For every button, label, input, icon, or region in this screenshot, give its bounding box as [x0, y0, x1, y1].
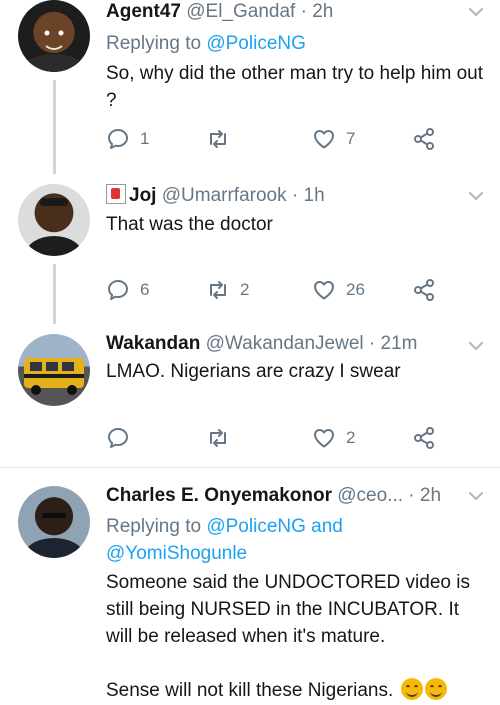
like-count: 7: [346, 129, 356, 148]
timestamp[interactable]: · 1h: [292, 185, 325, 206]
replying-to-label: Replying to: [106, 33, 202, 54]
tweet-actions: 2: [106, 425, 446, 451]
reply-icon: [106, 426, 130, 450]
reply-button[interactable]: [106, 425, 140, 451]
tweet-text: That was the doctor: [106, 214, 273, 235]
share-button[interactable]: [412, 126, 436, 152]
reply-button[interactable]: 1: [106, 126, 149, 152]
flag-badge-icon: [106, 184, 126, 204]
display-name[interactable]: Charles E. Onyemakonor: [106, 485, 332, 506]
tweet-text-paragraph: Sense will not kill these Nigerians.: [106, 677, 486, 704]
timestamp[interactable]: · 2h: [408, 485, 441, 506]
tweet-actions: 6 2 26: [106, 277, 446, 303]
avatar[interactable]: [18, 184, 90, 256]
display-name[interactable]: Wakandan: [106, 333, 200, 354]
divider: [0, 467, 500, 468]
tweet-actions: 1 7: [106, 126, 446, 152]
mention-link[interactable]: @PoliceNG: [206, 33, 306, 54]
thread-line: [53, 80, 56, 166]
replying-to-label: Replying to: [106, 516, 202, 537]
avatar[interactable]: [18, 486, 90, 558]
like-button[interactable]: 26: [312, 277, 365, 303]
retweet-button[interactable]: [206, 425, 240, 451]
chevron-down-icon[interactable]: [468, 6, 484, 18]
share-icon: [412, 127, 436, 151]
tweet-charles[interactable]: Charles E. Onyemakonor @ceo... · 2h Repl…: [0, 480, 500, 705]
heart-icon: [312, 426, 336, 450]
tweet-header: Wakandan @WakandanJewel · 21m: [106, 332, 417, 356]
like-button[interactable]: 2: [312, 425, 355, 451]
heart-icon: [312, 278, 336, 302]
thread-line: [53, 166, 56, 174]
like-count: 26: [346, 280, 365, 299]
tweet-text: LMAO. Nigerians are crazy I swear: [106, 361, 401, 382]
tweet-text: Someone said the UNDOCTORED video is sti…: [106, 569, 486, 704]
user-handle[interactable]: @El_Gandaf: [186, 1, 295, 22]
tweet-header: Joj @Umarrfarook · 1h: [106, 184, 325, 208]
tweet-wakandan[interactable]: Wakandan @WakandanJewel · 21m LMAO. Nige…: [0, 314, 500, 462]
like-button[interactable]: 7: [312, 126, 355, 152]
heart-icon: [312, 127, 336, 151]
user-handle[interactable]: @Umarrfarook: [162, 185, 287, 206]
chevron-down-icon[interactable]: [468, 190, 484, 202]
tweet-agent47[interactable]: Agent47 @El_Gandaf · 2h Replying to @Pol…: [0, 0, 500, 166]
reply-count: 1: [140, 129, 150, 148]
reply-icon: [106, 127, 130, 151]
reply-icon: [106, 278, 130, 302]
tweet-header: Charles E. Onyemakonor @ceo... · 2h: [106, 484, 441, 508]
avatar[interactable]: [18, 334, 90, 406]
tweet-joj[interactable]: Joj @Umarrfarook · 1h That was the docto…: [0, 166, 500, 314]
timestamp[interactable]: · 2h: [301, 1, 334, 22]
share-icon: [412, 278, 436, 302]
user-handle[interactable]: @ceo...: [337, 485, 403, 506]
grinning-face-emoji-icon: [424, 678, 447, 700]
retweet-icon: [206, 426, 230, 450]
replying-to: Replying to @PoliceNG: [106, 32, 306, 56]
replying-and: and: [311, 516, 343, 537]
share-button[interactable]: [412, 425, 436, 451]
tweet-header: Agent47 @El_Gandaf · 2h: [106, 0, 333, 24]
reply-count: 6: [140, 280, 150, 299]
display-name[interactable]: Agent47: [106, 1, 181, 22]
avatar[interactable]: [18, 0, 90, 72]
mention-link[interactable]: @YomiShogunle: [106, 543, 247, 564]
share-button[interactable]: [412, 277, 436, 303]
tweet-text-line: Sense will not kill these Nigerians.: [106, 680, 394, 701]
like-count: 2: [346, 428, 356, 447]
retweet-button[interactable]: [206, 126, 240, 152]
chevron-down-icon[interactable]: [468, 490, 484, 502]
tweet-text-paragraph: Someone said the UNDOCTORED video is sti…: [106, 572, 470, 647]
timestamp[interactable]: · 21m: [369, 333, 418, 354]
replying-to: Replying to @PoliceNG and @YomiShogunle: [106, 513, 486, 567]
retweet-button[interactable]: 2: [206, 277, 249, 303]
thread-line: [53, 264, 56, 314]
display-name[interactable]: Joj: [129, 185, 156, 206]
grinning-face-emoji-icon: [400, 678, 423, 700]
retweet-icon: [206, 127, 230, 151]
chevron-down-icon[interactable]: [468, 340, 484, 352]
tweet-text: So, why did the other man try to help hi…: [106, 63, 484, 111]
retweet-icon: [206, 278, 230, 302]
retweet-count: 2: [240, 280, 250, 299]
reply-button[interactable]: 6: [106, 277, 149, 303]
thread-line: [53, 314, 56, 324]
user-handle[interactable]: @WakandanJewel: [206, 333, 364, 354]
mention-link[interactable]: @PoliceNG: [206, 516, 306, 537]
share-icon: [412, 426, 436, 450]
